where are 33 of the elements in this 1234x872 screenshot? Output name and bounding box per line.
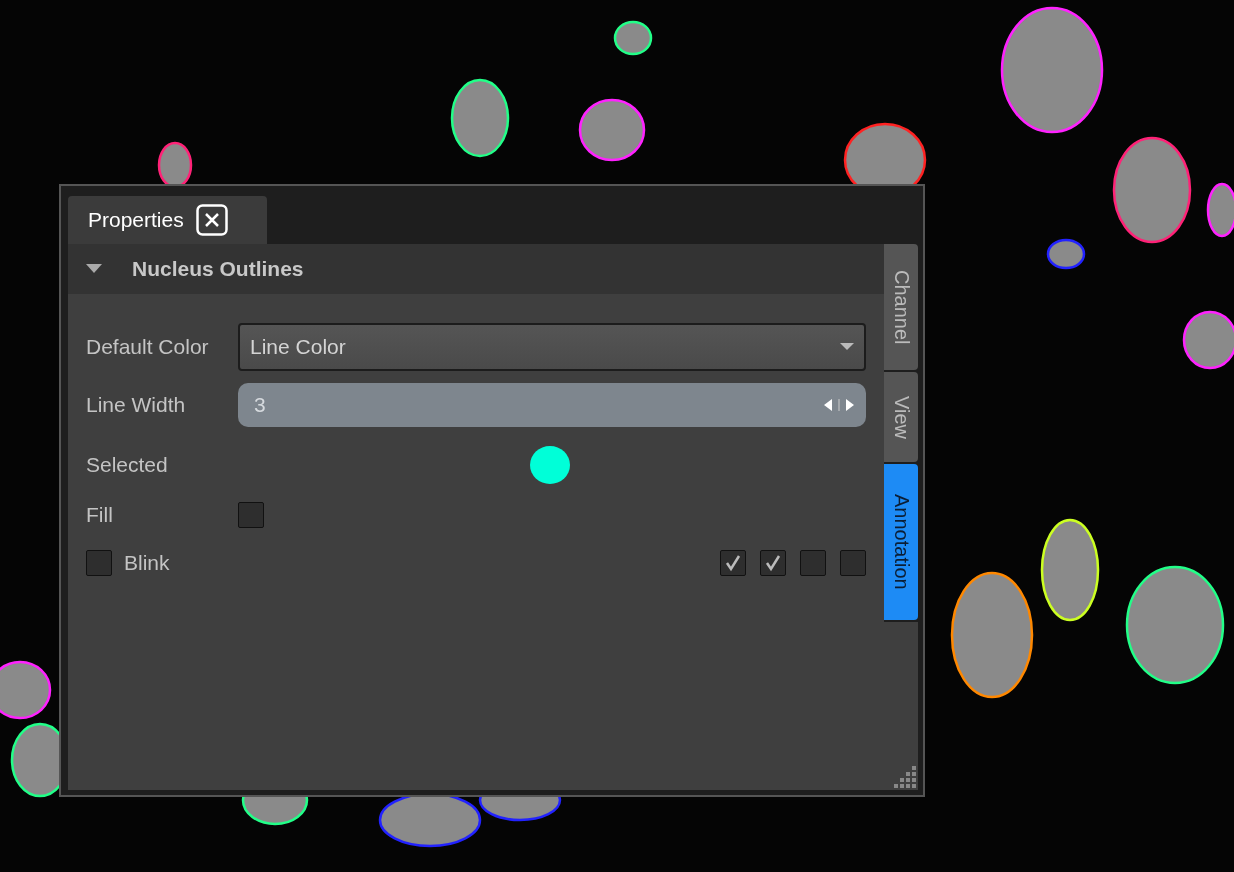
cell-outline — [0, 660, 52, 720]
cell-outline — [1182, 310, 1234, 370]
section-header[interactable]: Nucleus Outlines — [68, 244, 884, 294]
close-icon[interactable] — [195, 204, 228, 236]
side-tab[interactable]: Annotation — [884, 464, 918, 620]
option-checkbox[interactable] — [840, 550, 866, 576]
fill-checkbox[interactable] — [238, 502, 264, 528]
check-icon — [724, 554, 742, 572]
collapse-triangle-icon — [86, 264, 102, 274]
line-width-spinner[interactable]: 3 — [238, 383, 866, 427]
caret-icon — [840, 343, 854, 351]
option-checkbox[interactable] — [720, 550, 746, 576]
check-icon — [764, 554, 782, 572]
resize-grip-icon[interactable] — [894, 766, 916, 788]
color-dropdown[interactable]: Line Color — [238, 323, 866, 371]
cell-outline — [578, 98, 646, 162]
field-label: Line Width — [86, 393, 187, 417]
arrows-icon — [824, 398, 854, 412]
field-label: Fill — [86, 503, 114, 527]
tab-label: Properties — [88, 208, 184, 232]
properties-tab[interactable]: Properties — [68, 196, 267, 244]
blink-label: Blink — [124, 551, 171, 575]
color-swatch[interactable] — [530, 446, 570, 484]
blink-checkbox[interactable] — [86, 550, 112, 576]
side-tab[interactable]: View — [884, 372, 918, 462]
option-checkbox[interactable] — [800, 550, 826, 576]
side-tab[interactable]: Channel — [884, 244, 918, 370]
cell-outline — [1046, 238, 1086, 270]
field-label: Default Color — [86, 335, 210, 359]
field-label: Selected — [86, 453, 169, 477]
cell-outline — [613, 20, 653, 56]
option-checkbox[interactable] — [760, 550, 786, 576]
cell-outline — [1206, 182, 1234, 238]
